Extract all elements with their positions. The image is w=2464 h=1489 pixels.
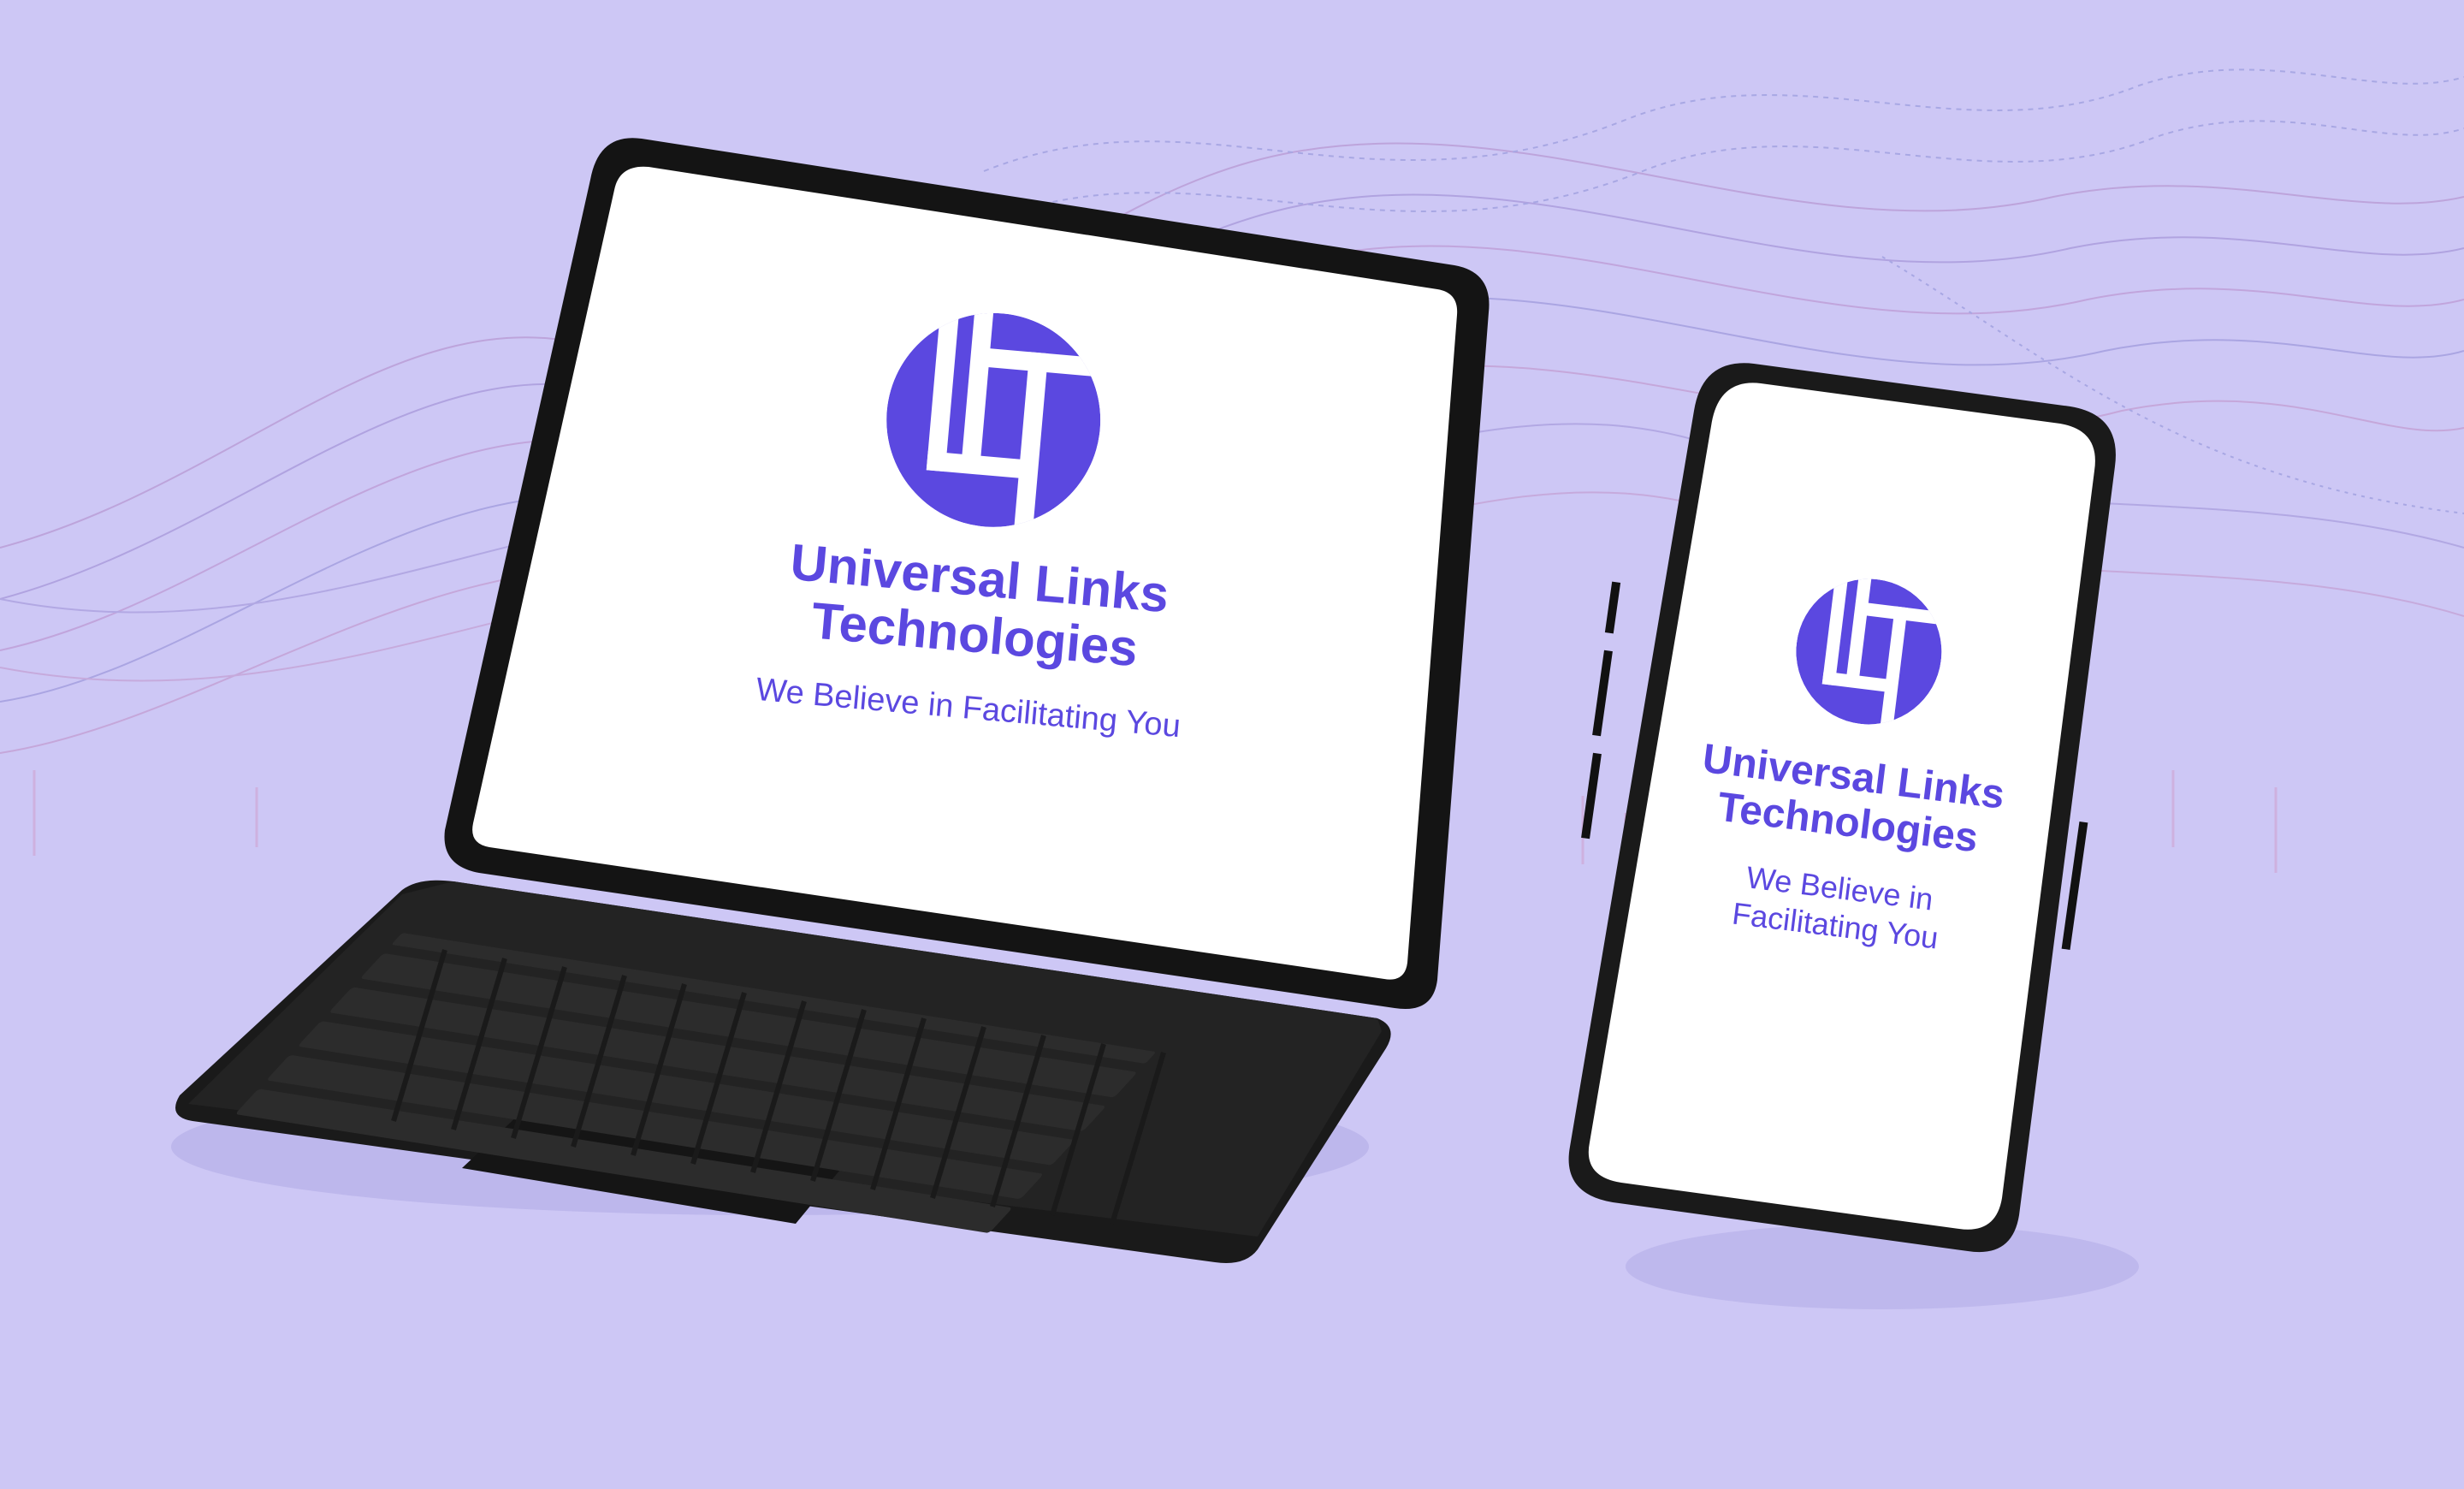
tablet-brand-name: Universal Links Technologies [783,533,1171,679]
phone-brand-name: Universal Links Technologies [1694,736,2007,864]
phone-tagline: We Believe in Facilitating You [1680,851,1995,964]
mockup-scene: Universal Links Technologies We Believe … [0,0,2464,1489]
ult-logo [1796,574,1951,729]
phone-screen: Universal Links Technologies We Believe … [1573,487,2123,1157]
ult-logo [886,307,1110,533]
tablet-tagline: We Believe in Facilitating You [754,671,1182,745]
tablet-screen: Universal Links Technologies We Believe … [497,244,1457,970]
